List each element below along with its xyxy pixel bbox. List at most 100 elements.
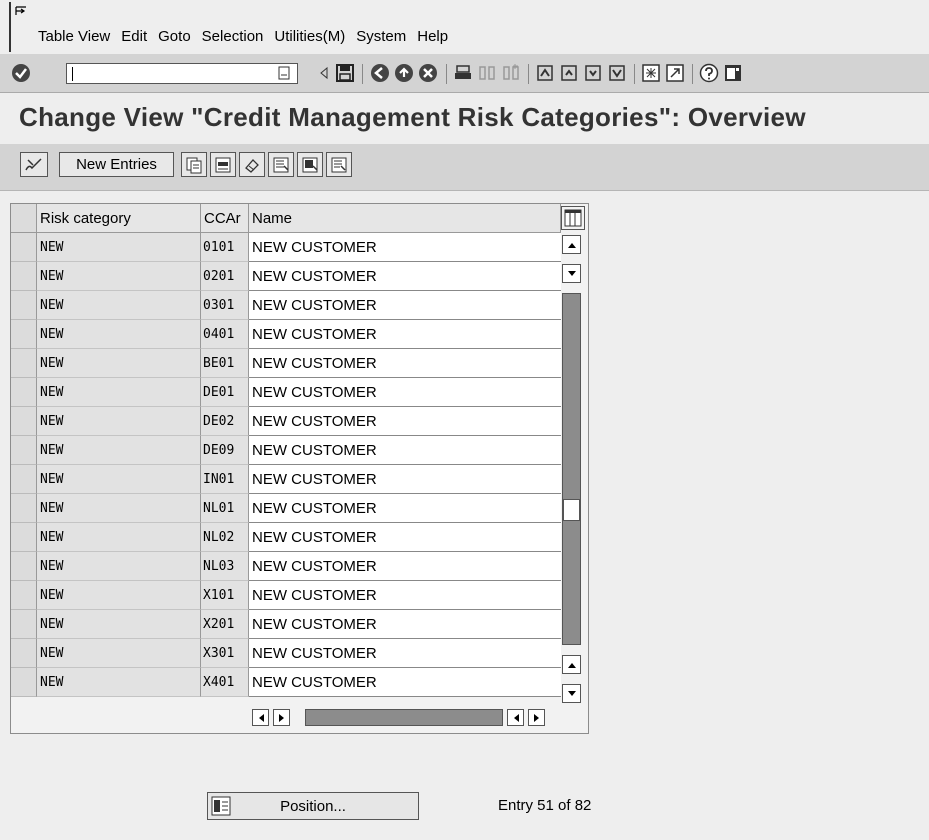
column-header-name[interactable]: Name — [249, 204, 561, 233]
scroll-down-button[interactable] — [562, 264, 581, 283]
menu-goto[interactable]: Goto — [158, 28, 202, 45]
enter-button[interactable] — [10, 62, 32, 84]
column-header-ccar[interactable]: CCAr — [201, 204, 249, 233]
deselect-all-button[interactable] — [326, 152, 352, 177]
menu-utilities[interactable]: Utilities(M) — [274, 28, 356, 45]
last-page-button[interactable] — [606, 62, 628, 84]
help-button[interactable] — [698, 62, 720, 84]
menu-bar-edge — [9, 2, 11, 52]
create-session-button[interactable] — [640, 62, 662, 84]
find-next-button[interactable] — [500, 62, 522, 84]
column-header-risk-category[interactable]: Risk category — [37, 204, 201, 233]
command-field[interactable] — [66, 63, 298, 84]
scroll-left-button[interactable] — [252, 709, 269, 726]
scroll-right-button[interactable] — [273, 709, 290, 726]
create-shortcut-button[interactable] — [664, 62, 686, 84]
column-settings-button[interactable] — [561, 206, 585, 230]
row-selector[interactable] — [11, 668, 37, 697]
row-selector[interactable] — [11, 581, 37, 610]
table-row: NEW NL03 NEW CUSTOMER — [11, 552, 561, 581]
horizontal-scrollbar[interactable] — [11, 705, 588, 733]
first-page-button[interactable] — [534, 62, 556, 84]
cancel-button[interactable] — [417, 62, 439, 84]
row-selector[interactable] — [11, 407, 37, 436]
vertical-scrollbar[interactable] — [562, 235, 584, 705]
position-button[interactable]: Position... — [207, 792, 419, 820]
risk-category-cell: NEW — [37, 407, 201, 436]
select-block-icon — [302, 157, 318, 172]
vertical-scroll-track[interactable] — [562, 293, 581, 645]
exit-button[interactable] — [393, 62, 415, 84]
name-input[interactable]: NEW CUSTOMER — [249, 581, 561, 610]
display-change-button[interactable] — [20, 152, 48, 177]
undo-change-button[interactable] — [239, 152, 265, 177]
name-input[interactable]: NEW CUSTOMER — [249, 320, 561, 349]
menu-selection[interactable]: Selection — [202, 28, 275, 45]
row-selector[interactable] — [11, 552, 37, 581]
menu-bar: Table View Edit Goto Selection Utilities… — [0, 0, 929, 54]
ccar-cell: NL01 — [201, 494, 249, 523]
copy-as-button[interactable] — [181, 152, 207, 177]
select-all-button[interactable] — [268, 152, 294, 177]
next-page-icon — [585, 65, 601, 81]
table-row: NEW NL01 NEW CUSTOMER — [11, 494, 561, 523]
select-block-button[interactable] — [297, 152, 323, 177]
next-page-button[interactable] — [582, 62, 604, 84]
select-all-rows-cell[interactable] — [11, 204, 37, 233]
ccar-cell: DE01 — [201, 378, 249, 407]
triangle-left-icon — [320, 66, 328, 80]
binoculars-icon — [479, 66, 495, 80]
horizontal-scroll-track[interactable] — [305, 709, 503, 726]
name-input[interactable]: NEW CUSTOMER — [249, 465, 561, 494]
row-selector[interactable] — [11, 233, 37, 262]
menu-table-view[interactable]: Table View — [38, 28, 121, 45]
window-menu-icon[interactable] — [15, 6, 27, 16]
row-selector[interactable] — [11, 494, 37, 523]
menu-edit[interactable]: Edit — [121, 28, 158, 45]
scroll-left-end-button[interactable] — [507, 709, 524, 726]
customize-layout-button[interactable] — [722, 62, 744, 84]
find-button[interactable] — [476, 62, 498, 84]
scroll-up-button[interactable] — [562, 235, 581, 254]
name-input[interactable]: NEW CUSTOMER — [249, 494, 561, 523]
name-input[interactable]: NEW CUSTOMER — [249, 262, 561, 291]
row-selector[interactable] — [11, 349, 37, 378]
name-input[interactable]: NEW CUSTOMER — [249, 639, 561, 668]
table-row: NEW IN01 NEW CUSTOMER — [11, 465, 561, 494]
row-selector[interactable] — [11, 262, 37, 291]
last-page-icon — [609, 65, 625, 81]
menu-help[interactable]: Help — [417, 28, 459, 45]
row-selector[interactable] — [11, 465, 37, 494]
name-input[interactable]: NEW CUSTOMER — [249, 552, 561, 581]
page-down-button[interactable] — [562, 684, 581, 703]
risk-category-table: Risk category CCAr Name NEW 0101 NEW CUSTO… — [10, 203, 589, 734]
menu-system[interactable]: System — [356, 28, 417, 45]
name-input[interactable]: NEW CUSTOMER — [249, 610, 561, 639]
row-selector[interactable] — [11, 320, 37, 349]
command-history-button[interactable] — [273, 62, 295, 84]
name-input[interactable]: NEW CUSTOMER — [249, 668, 561, 697]
previous-page-button[interactable] — [558, 62, 580, 84]
page-up-button[interactable] — [562, 655, 581, 674]
row-selector[interactable] — [11, 291, 37, 320]
back-arrow-small-button[interactable] — [313, 62, 335, 84]
row-selector[interactable] — [11, 523, 37, 552]
save-button[interactable] — [334, 62, 356, 84]
back-button[interactable] — [369, 62, 391, 84]
name-input[interactable]: NEW CUSTOMER — [249, 291, 561, 320]
vertical-scroll-thumb[interactable] — [563, 499, 580, 521]
scroll-right-end-button[interactable] — [528, 709, 545, 726]
row-selector[interactable] — [11, 610, 37, 639]
name-input[interactable]: NEW CUSTOMER — [249, 378, 561, 407]
name-input[interactable]: NEW CUSTOMER — [249, 233, 561, 262]
print-button[interactable] — [452, 62, 474, 84]
name-input[interactable]: NEW CUSTOMER — [249, 436, 561, 465]
row-selector[interactable] — [11, 436, 37, 465]
new-entries-button[interactable]: New Entries — [59, 152, 174, 177]
row-selector[interactable] — [11, 639, 37, 668]
name-input[interactable]: NEW CUSTOMER — [249, 407, 561, 436]
row-selector[interactable] — [11, 378, 37, 407]
name-input[interactable]: NEW CUSTOMER — [249, 523, 561, 552]
name-input[interactable]: NEW CUSTOMER — [249, 349, 561, 378]
delete-button[interactable] — [210, 152, 236, 177]
